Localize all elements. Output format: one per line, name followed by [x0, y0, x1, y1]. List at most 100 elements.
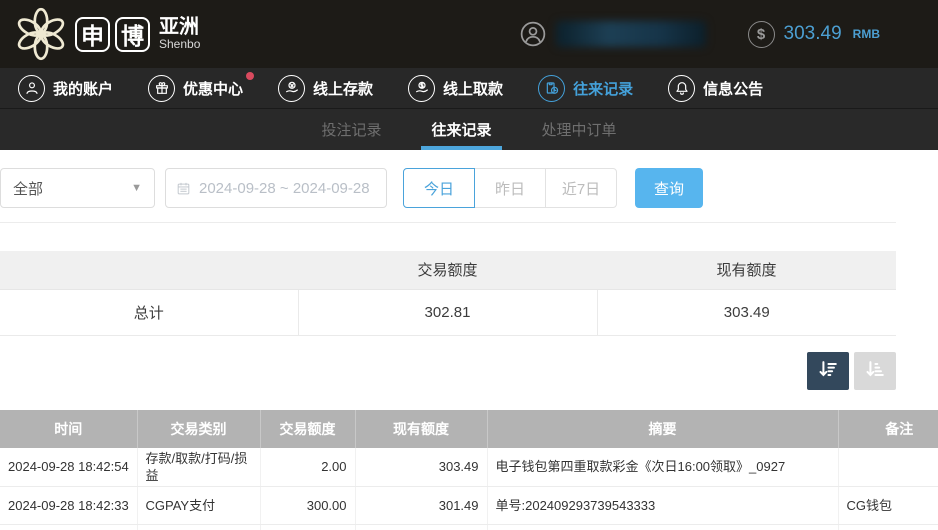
balance-amount: 303.49 — [783, 23, 842, 44]
summary-total-row: 总计 302.81 303.49 — [0, 289, 896, 336]
user-icon — [18, 74, 45, 102]
cell-time: 2024-09-28 18:42:33 — [0, 486, 138, 525]
cell-balance: 301.49 — [355, 486, 488, 525]
summary-transaction-total: 302.81 — [297, 289, 597, 336]
summary-header-row: 交易额度 现有额度 — [0, 251, 896, 290]
nav-item-transaction-records[interactable]: 往来记录 — [538, 74, 634, 102]
records-table: 时间 交易类别 交易额度 现有额度 摘要 备注 2024-09-28 18:42… — [0, 409, 938, 530]
nav-label: 信息公告 — [703, 80, 764, 98]
chevron-down-icon: ▼ — [131, 182, 142, 194]
logo-region-text: 亚洲 — [159, 16, 199, 39]
cell-category: SW老虎机派点 — [137, 524, 261, 530]
quick-range-group: 今日 昨日 近7日 — [403, 168, 617, 208]
coin-dollar-icon: $ — [747, 20, 775, 48]
logo-wordmark: 亚洲 Shenbo — [159, 17, 200, 51]
main-navigation: 我的账户 优惠中心 线上存款 线上取款 往来记录 信息公告 — [0, 68, 938, 108]
sort-ascending-icon — [864, 358, 886, 383]
sort-descending-icon — [817, 358, 839, 383]
cell-remark — [838, 524, 938, 530]
summary-total-label: 总计 — [0, 289, 298, 336]
range-button-today[interactable]: 今日 — [403, 168, 475, 208]
cell-time: 2024-09-28 02:03:45 — [0, 524, 138, 530]
tab-betting-records[interactable]: 投注记录 — [308, 109, 394, 150]
col-header-balance: 现有额度 — [355, 409, 488, 448]
withdraw-icon — [408, 74, 436, 102]
nav-label: 线上存款 — [313, 80, 374, 98]
summary-header-transaction: 交易额度 — [298, 251, 597, 290]
type-filter-value: 全部 — [13, 180, 44, 198]
tab-transaction-records[interactable]: 往来记录 — [418, 109, 504, 150]
logo-characters: 申 博 — [75, 16, 150, 52]
cell-amount: 2.00 — [260, 447, 356, 487]
table-row: 2024-09-28 02:03:45 SW老虎机派点 0.03 1.49 系统… — [0, 524, 938, 530]
balance-block[interactable]: $ 303.49 RMB — [747, 20, 880, 48]
subtab-label: 处理中订单 — [541, 122, 617, 139]
table-row: 2024-09-28 18:42:33 CGPAY支付 300.00 301.4… — [0, 486, 938, 525]
cell-remark — [838, 447, 938, 487]
flower-logo-icon — [17, 7, 65, 61]
notification-dot — [246, 71, 255, 80]
nav-label: 我的账户 — [53, 80, 114, 98]
deposit-icon — [278, 74, 306, 102]
col-header-remark: 备注 — [838, 409, 938, 448]
col-header-amount: 交易额度 — [260, 409, 356, 448]
summary-balance-total: 303.49 — [596, 289, 896, 336]
type-filter-select[interactable]: 全部 ▼ — [0, 168, 155, 208]
user-account-block[interactable] — [520, 21, 706, 47]
sort-controls — [0, 351, 896, 390]
record-subtabs: 投注记录 往来记录 处理中订单 — [0, 108, 938, 150]
nav-item-deposit[interactable]: 线上存款 — [278, 74, 374, 102]
cell-amount: 300.00 — [260, 486, 356, 525]
filter-row: 全部 ▼ 2024-09-28 ~ 2024-09-28 今日 昨日 近7日 查… — [0, 168, 938, 208]
cell-summary: 电子钱包第四重取款彩金《次日16:00领取》_0927 — [487, 447, 839, 487]
cell-amount: 0.03 — [260, 524, 356, 530]
nav-item-my-account[interactable]: 我的账户 — [18, 74, 114, 102]
date-range-value: 2024-09-28 ~ 2024-09-28 — [199, 179, 370, 197]
cell-balance: 303.49 — [355, 447, 488, 487]
top-header: 申 博 亚洲 Shenbo $ 303.49 RMB — [0, 0, 938, 68]
section-divider — [0, 222, 896, 223]
sort-descending-button[interactable] — [807, 351, 849, 390]
site-logo[interactable]: 申 博 亚洲 Shenbo — [14, 7, 200, 61]
cell-category: CGPAY支付 — [137, 486, 261, 525]
summary-table: 交易额度 现有额度 总计 302.81 303.49 — [0, 251, 896, 336]
table-row: 2024-09-28 18:42:54 存款/取款/打码/损益 2.00 303… — [0, 447, 938, 487]
nav-label: 线上取款 — [443, 80, 504, 98]
cell-balance: 1.49 — [355, 524, 488, 530]
records-icon — [538, 74, 566, 102]
cell-time: 2024-09-28 18:42:54 — [0, 447, 138, 487]
cell-remark: CG钱包 — [838, 486, 938, 525]
username-redacted — [555, 21, 706, 47]
cell-category: 存款/取款/打码/损益 — [137, 447, 261, 487]
gift-icon — [148, 74, 176, 102]
logo-char-1: 申 — [75, 16, 110, 52]
balance-currency: RMB — [852, 27, 880, 41]
nav-label: 往来记录 — [573, 80, 634, 98]
summary-header-balance: 现有额度 — [597, 251, 896, 290]
calendar-icon — [176, 181, 191, 196]
range-button-last7days[interactable]: 近7日 — [545, 168, 617, 208]
logo-subtitle-text: Shenbo — [159, 37, 201, 52]
range-button-yesterday[interactable]: 昨日 — [474, 168, 546, 208]
summary-header-blank — [0, 251, 298, 290]
user-avatar-icon — [520, 21, 546, 47]
subtab-label: 往来记录 — [431, 122, 492, 139]
tab-pending-orders[interactable]: 处理中订单 — [529, 109, 630, 150]
bell-icon — [668, 74, 696, 102]
col-header-summary: 摘要 — [487, 409, 839, 448]
nav-item-promotions[interactable]: 优惠中心 — [148, 71, 255, 102]
search-button[interactable]: 查询 — [635, 168, 703, 208]
nav-label: 优惠中心 — [183, 80, 244, 98]
cell-summary: 系统派发 2024-09-27 — [487, 524, 839, 530]
content-area: 全部 ▼ 2024-09-28 ~ 2024-09-28 今日 昨日 近7日 查… — [0, 150, 938, 530]
date-range-input[interactable]: 2024-09-28 ~ 2024-09-28 — [165, 168, 387, 208]
nav-item-withdraw[interactable]: 线上取款 — [408, 74, 504, 102]
col-header-category: 交易类别 — [137, 409, 261, 448]
nav-item-announcements[interactable]: 信息公告 — [668, 74, 764, 102]
sort-ascending-button[interactable] — [854, 351, 896, 390]
subtab-label: 投注记录 — [321, 122, 382, 139]
records-header-row: 时间 交易类别 交易额度 现有额度 摘要 备注 — [0, 409, 938, 448]
col-header-time: 时间 — [0, 409, 138, 448]
cell-summary: 单号:202409293739543333 — [487, 486, 839, 525]
logo-char-2: 博 — [115, 16, 150, 52]
